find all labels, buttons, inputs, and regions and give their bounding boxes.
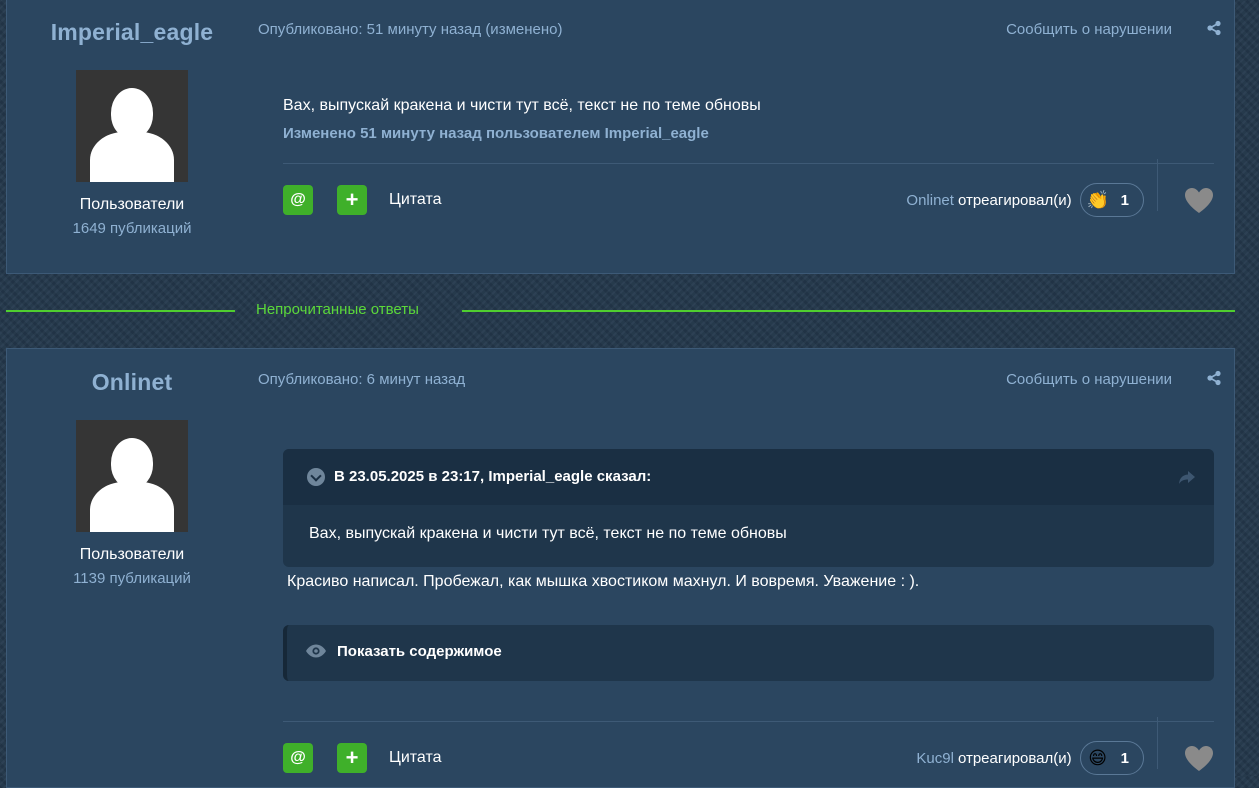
quote-button[interactable]: Цитата (389, 191, 442, 209)
mention-button[interactable]: @ (283, 743, 313, 773)
author-group: Пользователи (79, 196, 185, 213)
content-divider (283, 163, 1214, 164)
unread-replies-divider: Непрочитанные ответы (6, 299, 1235, 323)
post-body: Вах, выпускай кракена и чисти тут всё, т… (283, 97, 761, 114)
reaction-user-link[interactable]: Kuc9l (916, 750, 954, 767)
chevron-down-icon[interactable] (307, 468, 325, 486)
heart-icon[interactable] (1184, 187, 1214, 215)
post-actions: @ + Цитата Kuc9l отреагировал(и) 😄 1 (283, 717, 1214, 783)
reaction-separator (1157, 717, 1158, 769)
spoiler-block[interactable]: Показать содержимое (283, 625, 1214, 681)
post-content: Вах, выпускай кракена и чисти тут всё, т… (283, 97, 1214, 142)
spoiler-toggle-label[interactable]: Показать содержимое (337, 643, 502, 660)
avatar-placeholder-icon (111, 88, 153, 138)
author-name[interactable]: Onlinet (7, 369, 257, 396)
author-group: Пользователи (79, 546, 185, 563)
reaction-pill[interactable]: 👏 1 (1079, 183, 1144, 217)
post-date[interactable]: Опубликовано: 51 минуту назад (изменено) (258, 21, 562, 38)
laugh-emoji-icon: 😄 (1088, 747, 1108, 768)
quote-header[interactable]: В 23.05.2025 в 23:17, Imperial_eagle ска… (283, 449, 1214, 505)
author-name[interactable]: Imperial_eagle (7, 19, 257, 46)
author-post-count: 1649 публикаций (72, 220, 192, 237)
post-actions: @ + Цитата Onlinet отреагировал(и) 👏 1 (283, 159, 1214, 225)
post-body: Красиво написал. Пробежал, как мышка хво… (287, 573, 920, 590)
author-post-count: 1139 публикаций (73, 570, 191, 587)
share-icon[interactable] (1206, 370, 1222, 386)
post-onlinet: Onlinet Пользователи 1139 публикаций Опу… (6, 348, 1235, 788)
unread-line-right (462, 310, 1235, 312)
avatar-silhouette-body (90, 132, 174, 182)
avatar-silhouette-body (90, 482, 174, 532)
reaction-summary: Onlinet отреагировал(и) 👏 1 (906, 183, 1144, 217)
report-link[interactable]: Сообщить о нарушении (1006, 371, 1172, 388)
report-link[interactable]: Сообщить о нарушении (1006, 21, 1172, 38)
reaction-summary: Kuc9l отреагировал(и) 😄 1 (916, 741, 1144, 775)
quote-button[interactable]: Цитата (389, 749, 442, 767)
reaction-verb: отреагировал(и) (957, 749, 1072, 767)
reaction-count: 1 (1120, 749, 1129, 767)
reaction-user-link[interactable]: Onlinet (906, 192, 954, 209)
multiquote-button[interactable]: + (337, 185, 367, 215)
author-panel: Imperial_eagle Пользователи 1649 публика… (7, 0, 257, 237)
unread-label: Непрочитанные ответы (256, 301, 419, 318)
mention-button[interactable]: @ (283, 185, 313, 215)
post-date[interactable]: Опубликовано: 6 минут назад (258, 371, 465, 388)
content-divider (283, 721, 1214, 722)
reaction-pill[interactable]: 😄 1 (1079, 741, 1144, 775)
quote-text: Вах, выпускай кракена и чисти тут всё, т… (309, 525, 787, 542)
heart-icon[interactable] (1184, 745, 1214, 773)
quote-citation: В 23.05.2025 в 23:17, Imperial_eagle ска… (334, 468, 652, 485)
multiquote-button[interactable]: + (337, 743, 367, 773)
clap-emoji-icon: 👏 (1086, 189, 1109, 210)
author-panel: Onlinet Пользователи 1139 публикаций (7, 349, 257, 587)
avatar[interactable] (76, 70, 188, 182)
reaction-separator (1157, 159, 1158, 211)
avatar-placeholder-icon (111, 438, 153, 488)
share-icon[interactable] (1206, 20, 1222, 36)
eye-icon (306, 644, 326, 658)
goto-arrow-icon[interactable] (1178, 469, 1196, 485)
edit-note: Изменено 51 минуту назад пользователем I… (283, 125, 709, 142)
post-imperial-eagle: Imperial_eagle Пользователи 1649 публика… (6, 0, 1235, 274)
avatar[interactable] (76, 420, 188, 532)
quote-block: В 23.05.2025 в 23:17, Imperial_eagle ска… (283, 449, 1214, 567)
reaction-count: 1 (1120, 191, 1129, 209)
unread-line-left (6, 310, 235, 312)
reaction-verb: отреагировал(и) (957, 191, 1072, 209)
